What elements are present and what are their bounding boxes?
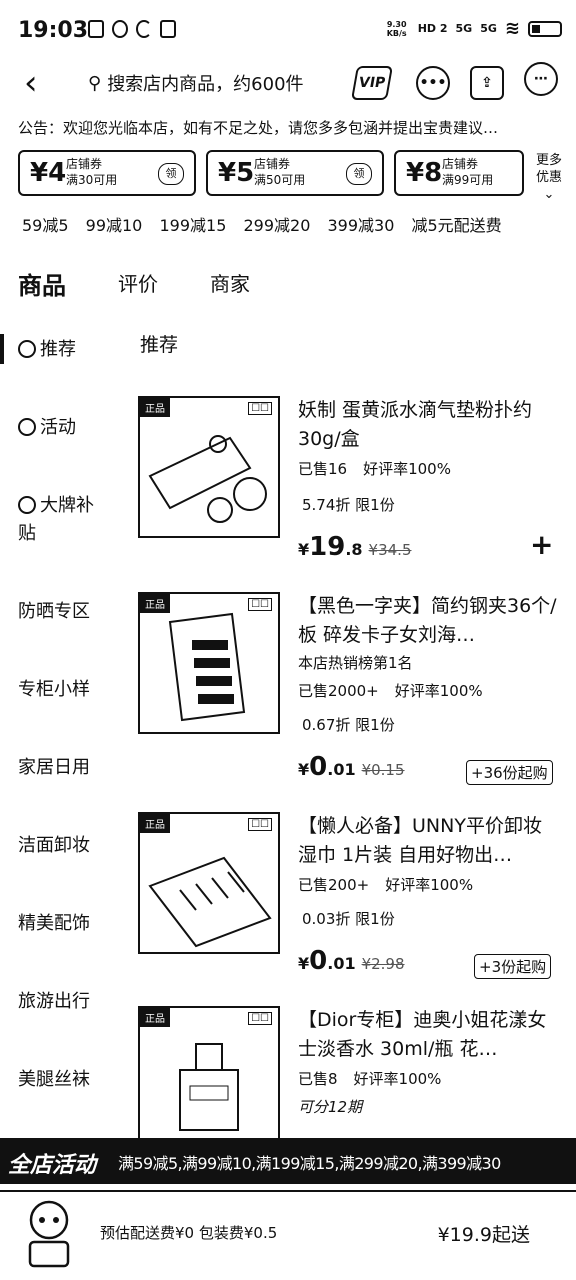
product-price: ¥0.01 ¥2.98	[298, 946, 405, 976]
signal-icon: 5G	[455, 22, 473, 35]
like-icon	[18, 340, 36, 358]
system-status: 9.30 KB/s HD 2 5G 5G ≋	[384, 18, 562, 39]
product-image[interactable]: 正品 ☐☐	[138, 592, 280, 734]
powder-puff-icon	[148, 435, 267, 523]
minimum-order: ¥19.9起送	[437, 1224, 530, 1246]
product-discount: 5.74折 限1份	[302, 496, 395, 514]
min-quantity-add-button[interactable]: +3份起购	[474, 954, 552, 979]
product-installment: 可分12期	[298, 1098, 363, 1116]
product-image[interactable]: 正品 ☐☐	[138, 1006, 280, 1138]
product-meta: 已售16 好评率100%	[298, 460, 451, 478]
net-speed: 9.30 KB/s	[386, 19, 407, 38]
sidebar-item-accessories[interactable]: 精美配饰	[18, 910, 108, 938]
product-discount: 0.67折 限1份	[302, 716, 395, 734]
sidebar-item-activity[interactable]: 活动	[18, 414, 108, 442]
notification-icon	[88, 20, 104, 38]
coupon-card[interactable]: ¥5 店铺券 满50可用 领	[206, 150, 384, 196]
sidebar-item-subsidy[interactable]: 大牌补贴	[18, 492, 110, 548]
product-price: ¥19.8 ¥34.5	[298, 532, 412, 562]
deal-item: 99减10	[85, 216, 143, 235]
sidebar-item-samples[interactable]: 专柜小样	[18, 676, 108, 704]
coupon-card[interactable]: ¥8 店铺券 满99可用	[394, 150, 524, 196]
status-time: 19:03	[18, 18, 89, 43]
promotion-label: 全店活动	[8, 1153, 97, 1178]
store-promotion-bar[interactable]: 全店活动 满59减5,满99减10,满199减15,满299减20,满399减3…	[0, 1138, 576, 1184]
deal-list: 59减5 99减10 199减15 299减20 399减30 减5元配送费	[22, 212, 514, 236]
add-to-cart-button[interactable]: +	[530, 528, 553, 561]
product-image[interactable]: 正品 ☐☐	[138, 396, 280, 538]
more-icon[interactable]: ⋯	[524, 62, 558, 96]
more-offers-button[interactable]: 更多优惠 ⌄	[532, 152, 566, 203]
coupon-get-button[interactable]: 领	[346, 163, 372, 185]
store-notice[interactable]: 公告：欢迎您光临本店，如有不足之处，请您多多包涵并提出宝贵建议…	[18, 117, 498, 138]
product-discount: 0.03折 限1份	[302, 910, 395, 928]
notification-icons	[88, 20, 176, 38]
signal-icon: 5G	[480, 22, 497, 35]
deal-item: 减5元配送费	[411, 216, 502, 235]
min-quantity-add-button[interactable]: +36份起购	[466, 760, 553, 785]
deal-item: 59减5	[22, 216, 69, 235]
membership-icon[interactable]: VIP	[351, 66, 393, 100]
product-title[interactable]: 妖制 蛋黄派水滴气垫粉扑约30g/盒	[298, 396, 560, 454]
tab-reviews[interactable]: 评价	[118, 268, 158, 297]
tab-merchant[interactable]: 商家	[210, 268, 250, 297]
product-image[interactable]: 正品 ☐☐	[138, 812, 280, 954]
hd-icon: HD 2	[417, 22, 448, 35]
product-meta: 已售2000+ 好评率100%	[298, 682, 483, 700]
coupon-amount: ¥4	[30, 158, 67, 188]
coupon-get-button[interactable]: 领	[158, 163, 184, 185]
sidebar-item-sunscreen[interactable]: 防晒专区	[18, 598, 108, 626]
wifi-icon: ≋	[504, 18, 520, 39]
coupon-amount: ¥8	[406, 158, 443, 188]
search-icon: ⚲	[88, 72, 102, 94]
product-title[interactable]: 【懒人必备】UNNY平价卸妆湿巾 1片装 自用好物出…	[298, 812, 560, 870]
coupon-text: 店铺券 满99可用	[442, 157, 494, 187]
product-price: ¥0.01 ¥0.15	[298, 752, 405, 782]
deal-item: 399减30	[327, 216, 395, 235]
notification-icon	[112, 20, 128, 38]
activity-icon	[18, 418, 36, 436]
active-indicator	[0, 334, 4, 364]
product-rank-tag: 本店热销榜第1名	[298, 654, 413, 672]
coupon-card[interactable]: ¥4 店铺券 满30可用 领	[18, 150, 196, 196]
hairpin-card-icon	[168, 612, 246, 722]
tab-products[interactable]: 商品	[18, 266, 66, 301]
heart-icon	[18, 496, 36, 514]
section-title: 推荐	[140, 334, 179, 356]
search-input[interactable]: ⚲ 搜索店内商品，约600件	[88, 70, 304, 96]
sidebar-item-cleansing[interactable]: 洁面卸妆	[18, 832, 108, 860]
sidebar-item-recommend[interactable]: 推荐	[18, 336, 108, 364]
cart-bar: 预估配送费¥0 包装费¥0.5 ¥19.9起送	[0, 1190, 576, 1280]
product-title[interactable]: 【黑色一字夹】简约钢夹36个/板 碎发卡子女刘海…	[298, 592, 560, 650]
product-meta: 已售200+ 好评率100%	[298, 876, 474, 894]
search-placeholder: 搜索店内商品，约600件	[107, 74, 304, 95]
delivery-fee: 预估配送费¥0 包装费¥0.5	[100, 1224, 278, 1242]
battery-icon	[528, 20, 562, 37]
status-bar: 19:03 9.30 KB/s HD 2 5G 5G ≋	[0, 0, 576, 64]
share-icon[interactable]: ⇪	[470, 66, 504, 100]
notification-icon	[136, 20, 152, 38]
cart-mascot-icon[interactable]	[22, 1196, 76, 1272]
sidebar-item-travel[interactable]: 旅游出行	[18, 988, 108, 1016]
product-title[interactable]: 【Dior专柜】迪奥小姐花漾女士淡香水 30ml/瓶 花…	[298, 1006, 560, 1064]
sidebar-item-home[interactable]: 家居日用	[18, 754, 108, 782]
wipes-pack-icon	[148, 856, 272, 948]
deal-item: 199减15	[159, 216, 227, 235]
coupon-text: 店铺券 满30可用	[66, 157, 118, 187]
sidebar-item-stockings[interactable]: 美腿丝袜	[18, 1066, 108, 1094]
notification-icon	[160, 20, 176, 38]
back-icon[interactable]: ‹	[24, 66, 38, 100]
coupon-text: 店铺券 满50可用	[254, 157, 306, 187]
coupon-amount: ¥5	[218, 158, 255, 188]
chevron-down-icon: ⌄	[543, 187, 555, 202]
perfume-bottle-icon	[179, 1043, 239, 1131]
promotion-text: 满59减5,满99减10,满199减15,满299减20,满399减30	[118, 1154, 501, 1173]
customer-service-icon[interactable]: •••	[416, 66, 450, 100]
product-meta: 已售8 好评率100%	[298, 1070, 442, 1088]
deal-item: 299减20	[243, 216, 311, 235]
